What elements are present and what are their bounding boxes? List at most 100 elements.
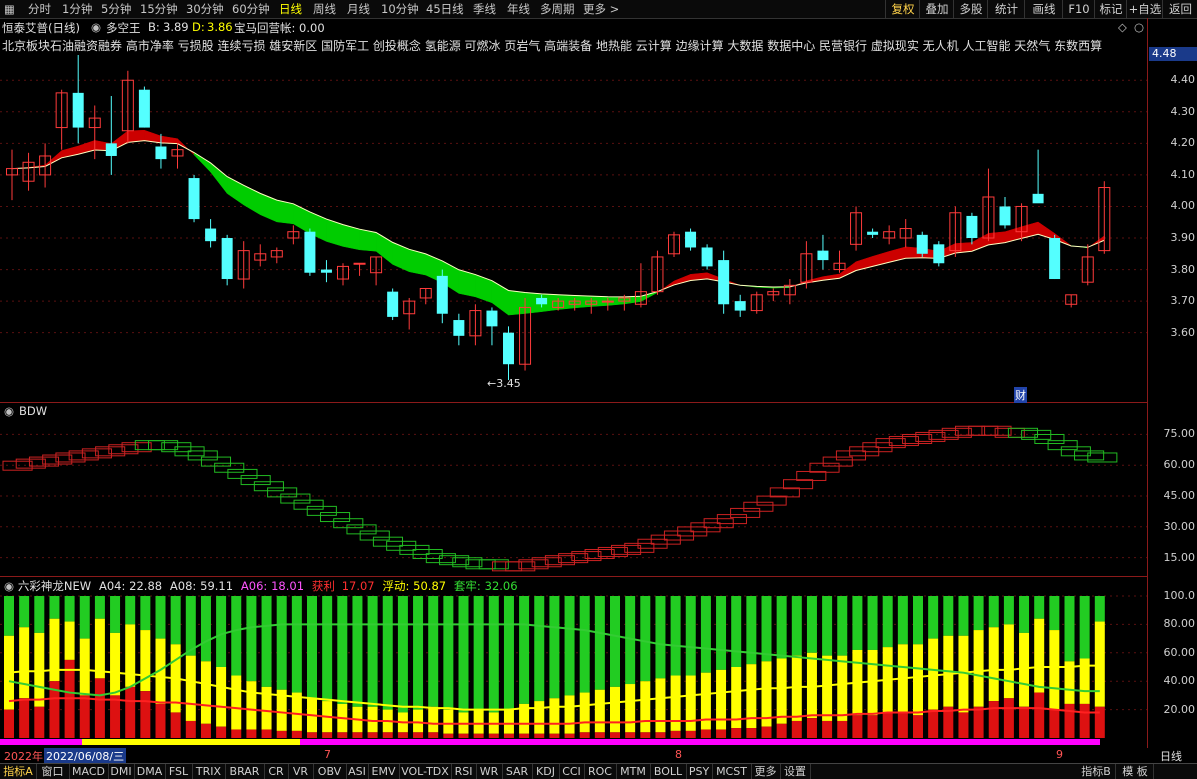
ribbon-segment (475, 274, 493, 304)
candle (718, 250, 730, 314)
candle (701, 244, 713, 270)
indicator-tab-17[interactable]: KDJ (532, 764, 560, 779)
liucai-bar-red (988, 701, 999, 738)
candle-body (188, 178, 200, 220)
indicator-tab-4[interactable]: DMA (134, 764, 166, 779)
indicator-right-tab-0[interactable]: 指标B (1077, 764, 1116, 779)
ribbon-segment (326, 218, 344, 247)
indicator-tab-23[interactable]: MCST (712, 764, 752, 779)
liucai-bar-yellow (291, 692, 302, 731)
indicator-tab-15[interactable]: WR (476, 764, 503, 779)
indicator-tab-7[interactable]: BRAR (225, 764, 265, 779)
liucai-bar-green (973, 596, 984, 631)
bdw-box (465, 559, 496, 570)
indicator-tab-24[interactable]: 更多 (751, 764, 781, 779)
indicator-tab-22[interactable]: PSY (686, 764, 713, 779)
liucai-bar-yellow (185, 655, 196, 721)
candle-body (436, 275, 448, 314)
bdw-box (15, 458, 46, 469)
liucai-bar-yellow (428, 706, 439, 733)
indicator-tab-16[interactable]: SAR (502, 764, 533, 779)
candle (982, 168, 995, 242)
liucai-bar-yellow (1019, 632, 1030, 707)
candle (668, 231, 680, 257)
liucai-bar-red (685, 730, 696, 738)
bdw-box (954, 425, 986, 436)
indicator-tab-5[interactable]: FSL (165, 764, 193, 779)
liucai-bar-green (988, 596, 999, 628)
right-price-axis[interactable]: 4.48 4.40 4.30 4.20 4.10 4.00 3.90 3.80 3.70 3.6… (1147, 18, 1197, 748)
indicator-tab-6[interactable]: TRIX (192, 764, 226, 779)
liucai-bar-yellow (594, 689, 605, 733)
liucai-bar-red (973, 706, 984, 738)
indicator-tab-2[interactable]: MACD (69, 764, 109, 779)
liucai-dropdown-icon[interactable]: ◉ (4, 579, 14, 593)
indicator-tab-13[interactable]: VOL-TDX (399, 764, 452, 779)
indicator-tab-8[interactable]: CR (264, 764, 289, 779)
liucai-bar-green (549, 596, 560, 699)
liucai-bar-green (610, 596, 620, 687)
candle-body (205, 228, 217, 242)
candle (767, 288, 780, 302)
liucai-bar-yellow (19, 627, 30, 699)
price-tick: 3.60 (1170, 325, 1196, 339)
ribbon-segment (193, 152, 211, 173)
indicator-tab-1[interactable]: 窗口 (36, 764, 70, 779)
indicator-tab-3[interactable]: DMI (108, 764, 135, 779)
panel-divider (0, 576, 1147, 577)
liucai-bar-red (337, 732, 348, 738)
liucai-bar-red (488, 733, 499, 738)
indicator-tab-12[interactable]: EMV (368, 764, 400, 779)
month-7: 7 (324, 748, 331, 761)
liucai-bar-red (519, 733, 530, 738)
indicator-tab-21[interactable]: BOLL (650, 764, 687, 779)
liucai-bar-green (670, 596, 681, 676)
bdw-box (214, 462, 245, 473)
candle (270, 247, 283, 264)
liucai-bar-red (594, 732, 605, 738)
indicator-tab-18[interactable]: CCI (559, 764, 585, 779)
candle (734, 294, 746, 317)
liucai-bar-yellow (928, 638, 939, 710)
liucai-bar-red (867, 715, 878, 738)
bdw-tick: 75.00 (1163, 427, 1196, 441)
bdw-dropdown-icon[interactable]: ◉ (4, 404, 14, 418)
a04-label: A04: (98, 579, 126, 593)
indicator-tab-19[interactable]: ROC (584, 764, 617, 779)
bdw-box (1047, 440, 1078, 451)
liucai-bar-green (928, 596, 939, 639)
indicator-tab-0[interactable]: 指标A (0, 764, 37, 779)
liucai-bar-green (837, 596, 848, 656)
ribbon-segment (574, 295, 592, 309)
indicator-tab-9[interactable]: VR (288, 764, 314, 779)
candle (966, 212, 978, 245)
tool-button-8[interactable]: 返回 (1162, 0, 1197, 18)
indicator-right-tab-1[interactable]: 模 板 (1117, 764, 1154, 779)
bdw-box (95, 446, 126, 457)
indicator-tab-25[interactable]: 设置 (780, 764, 811, 779)
liucai-bar-yellow (534, 701, 545, 734)
finance-marker[interactable]: 财 (1014, 387, 1027, 403)
liucai-bar-red (640, 732, 651, 738)
liucai-bar-yellow (610, 686, 620, 733)
candle-body (999, 206, 1011, 226)
indicator-tab-20[interactable]: MTM (616, 764, 651, 779)
liucai-bar-red (79, 695, 90, 738)
liucai-bar-red (534, 733, 545, 738)
liucai-bar-green (700, 596, 711, 673)
indicator-tab-11[interactable]: ASI (346, 764, 369, 779)
liucai-bar-yellow (473, 709, 484, 734)
bdw-box (227, 468, 258, 479)
liucai-bar-green (867, 596, 878, 650)
bdw-box (743, 501, 774, 512)
liucai-bar-green (776, 596, 787, 659)
indicator-tab-14[interactable]: RSI (451, 764, 477, 779)
indicator-tab-10[interactable]: OBV (313, 764, 347, 779)
liucai-bar-red (1019, 706, 1030, 738)
candle (469, 304, 482, 346)
liucai-bar-yellow (973, 630, 984, 707)
liucai-bar-red (397, 732, 408, 738)
liucai-bar-green (1049, 596, 1060, 631)
candle (205, 219, 217, 248)
candle (1049, 234, 1061, 280)
